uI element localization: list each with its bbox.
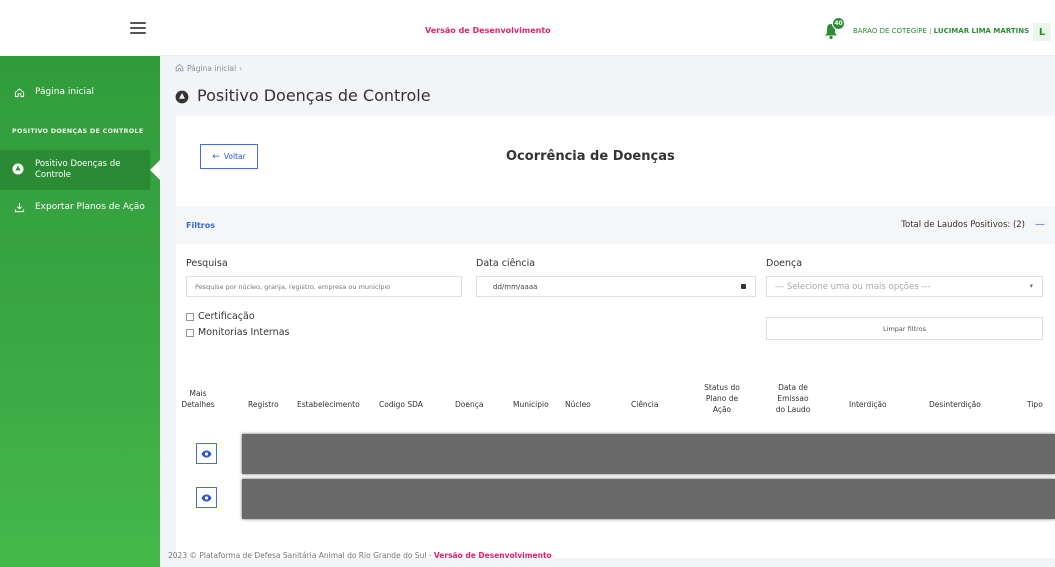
footer-dev-label: Versão de Desenvolvimento (433, 551, 552, 560)
clear-filters-button[interactable]: Limpar filtros (766, 317, 1043, 340)
notification-badge: 40 (832, 17, 845, 30)
home-icon (12, 85, 26, 99)
th-estabelecimento: Estabelecimento (297, 400, 360, 409)
avatar[interactable]: L (1033, 23, 1051, 41)
home-icon (175, 63, 184, 74)
th-interdicao: Interdição (849, 400, 887, 409)
th-status-line: Plano de (705, 394, 739, 403)
breadcrumb: Página inicial › (175, 63, 242, 74)
sidebar-item-positivo-doencas[interactable]: Positivo Doenças de Controle (0, 150, 160, 190)
footer: 2023 © Plataforma de Defesa Sanitária An… (168, 551, 552, 560)
biohazard-icon (12, 163, 26, 177)
th-municipio: Municipio (513, 400, 549, 409)
certification-label: Certificação (198, 311, 255, 322)
back-button-label: Voltar (223, 152, 246, 161)
date-label: Data ciência (476, 258, 536, 269)
internal-monitoring-checkbox[interactable]: Monitorias Internas (186, 327, 289, 338)
th-data-emissao-line: do Laudo (775, 405, 811, 414)
certification-checkbox[interactable]: Certificação (186, 311, 255, 322)
user-location: BARAO DE COTEGIPE (853, 27, 927, 35)
sidebar-item-label: Positivo Doenças de Controle (35, 159, 121, 180)
main-content: Página inicial › Positivo Doenças de Con… (160, 56, 1055, 567)
sidebar-section-title: POSITIVO DOENÇAS DE CONTROLE (12, 127, 144, 135)
menu-toggle-icon[interactable] (130, 22, 146, 34)
th-status-line: Ação (712, 405, 732, 414)
filters-bar: Filtros Total de Laudos Positivos: (2) — (176, 206, 1055, 244)
filters-label[interactable]: Filtros (186, 221, 215, 230)
user-info[interactable]: BARAO DE COTEGIPE | LUCIMAR LIMA MARTINS (853, 27, 1029, 35)
details-button[interactable] (196, 487, 217, 508)
eye-icon (201, 450, 212, 457)
sidebar-item-label: Página inicial (35, 87, 95, 97)
total-positive-label: Total de Laudos Positivos: (2) (901, 220, 1025, 230)
th-registro: Registro (248, 400, 279, 409)
th-details: Mais Detalhes (180, 388, 216, 410)
breadcrumb-home[interactable]: Página inicial (187, 64, 236, 73)
eye-icon (201, 494, 212, 501)
date-placeholder: dd/mm/aaaa (493, 282, 538, 291)
checkbox-box[interactable] (186, 328, 194, 337)
th-doenca: Doença (455, 400, 484, 409)
sidebar-item-label: Exportar Planos de Ação (35, 202, 145, 212)
calendar-icon[interactable] (741, 284, 746, 289)
user-separator: | (929, 27, 932, 35)
disease-select[interactable]: --- Selecione uma ou mais opções --- ▾ (766, 276, 1043, 297)
details-button[interactable] (196, 443, 217, 464)
th-data-emissao: Data de Emissao do Laudo (770, 382, 816, 415)
th-ciencia: Ciência (631, 400, 659, 409)
environment-label: Versão de Desenvolvimento (425, 26, 551, 35)
checkbox-box[interactable] (186, 312, 194, 321)
date-input[interactable]: dd/mm/aaaa (476, 276, 756, 297)
th-nucleo: Núcleo (565, 400, 591, 409)
content-card: ← Voltar Ocorrência de Doenças Filtros T… (176, 116, 1055, 558)
breadcrumb-separator: › (239, 64, 243, 73)
th-data-emissao-line: Emissao (777, 394, 809, 403)
internal-monitoring-label: Monitorias Internas (198, 327, 290, 338)
disease-label: Doença (766, 258, 803, 269)
th-details-line: Mais (189, 389, 207, 398)
sidebar-header (0, 0, 160, 56)
th-status-line: Status do (704, 383, 740, 392)
page-title: Positivo Doenças de Controle (175, 86, 431, 105)
th-details-line: Detalhes (181, 400, 215, 409)
search-label: Pesquisa (186, 258, 228, 269)
disease-placeholder: --- Selecione uma ou mais opções --- (775, 281, 931, 292)
th-codigo-sda: Codigo SDA (379, 400, 423, 409)
page-title-text: Positivo Doenças de Controle (197, 86, 431, 105)
table-row[interactable] (242, 479, 1055, 519)
user-name: LUCIMAR LIMA MARTINS (933, 27, 1030, 35)
chevron-down-icon: ▾ (1029, 282, 1033, 290)
th-desinterdicao: Desinterdição (929, 400, 981, 409)
th-tipo: Tipo (1027, 400, 1043, 409)
back-button[interactable]: ← Voltar (200, 144, 258, 169)
th-data-emissao-line: Data de (778, 383, 808, 392)
arrow-left-icon: ← (212, 151, 220, 162)
sidebar-item-home[interactable]: Página inicial (0, 74, 160, 110)
search-input[interactable]: Pesquise por núcleo, granja, registro, e… (186, 276, 462, 297)
card-title: Ocorrência de Doenças (506, 149, 675, 164)
sidebar-item-export[interactable]: Exportar Planos de Ação (0, 198, 160, 216)
th-status: Status do Plano de Ação (700, 382, 744, 415)
sidebar: Página inicial POSITIVO DOENÇAS DE CONTR… (0, 0, 160, 567)
table-row[interactable] (242, 434, 1055, 474)
collapse-icon[interactable]: — (1035, 219, 1045, 230)
topbar: Versão de Desenvolvimento 40 BARAO DE CO… (160, 0, 1055, 56)
footer-text: 2023 © Plataforma de Defesa Sanitária An… (168, 551, 432, 560)
biohazard-icon (175, 89, 189, 103)
download-icon (12, 200, 26, 214)
